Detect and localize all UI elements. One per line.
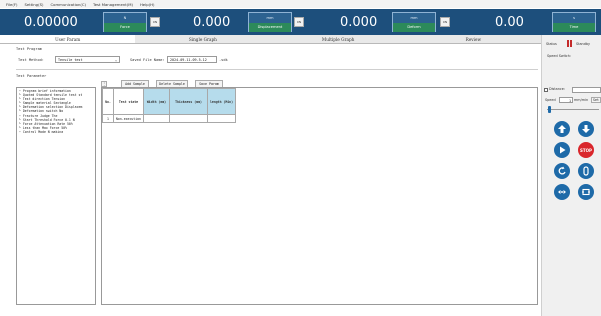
table-cell[interactable] xyxy=(169,114,208,123)
menu-setting[interactable]: Setting(S) xyxy=(25,2,44,7)
column-header: Thickness (mm) xyxy=(169,88,208,115)
arrow-down-icon xyxy=(582,125,590,133)
menu-help[interactable]: Help(H) xyxy=(140,2,154,7)
force-unit: N xyxy=(104,13,146,23)
speed-label: Speed xyxy=(545,98,556,102)
distance-label: Distance: xyxy=(549,87,565,91)
table-cell[interactable] xyxy=(207,114,236,123)
force-unit-box[interactable]: N Force xyxy=(103,12,147,32)
saved-file-input[interactable]: 2024-09-11-09-5-12 xyxy=(167,56,217,63)
time-unit: s xyxy=(553,13,595,23)
distance-checkbox[interactable] xyxy=(544,88,548,92)
displacement-zero-button[interactable]: 0N xyxy=(294,17,304,27)
reset-button[interactable] xyxy=(578,184,594,200)
test-program-label: Test Program xyxy=(16,47,42,51)
column-header: Width (mm) xyxy=(143,88,170,115)
test-method-select[interactable]: Tensile test ⌄ xyxy=(55,56,120,63)
status-value: Standby xyxy=(576,42,591,46)
table-row[interactable]: 1 Non-execution xyxy=(102,114,236,123)
menu-communication[interactable]: Communication(C) xyxy=(50,2,86,7)
arrow-up-icon xyxy=(558,125,566,133)
pause-icon-bar xyxy=(570,40,572,47)
sample-table: No. Test state Width (mm) Thickness (mm)… xyxy=(102,88,236,123)
speed-slider-thumb[interactable] xyxy=(548,106,551,113)
deform-unit: mm xyxy=(393,13,435,23)
table-cell: 1 xyxy=(102,114,114,123)
stop-button[interactable]: STOP xyxy=(578,142,594,158)
time-mode: Time xyxy=(553,23,595,32)
deform-unit-box[interactable]: mm Deform xyxy=(392,12,436,32)
set-speed-button[interactable]: Set xyxy=(591,97,601,103)
menu-test-management[interactable]: Test Management(M) xyxy=(93,2,133,7)
tab-single-graph[interactable]: Single Graph xyxy=(135,35,270,43)
time-readout: 0.00 xyxy=(495,15,524,30)
table-cell: Non-execution xyxy=(113,114,144,123)
up-button[interactable] xyxy=(554,121,570,137)
return-icon xyxy=(558,166,566,175)
menu-file[interactable]: File(F) xyxy=(6,2,18,7)
down-button[interactable] xyxy=(578,121,594,137)
readout-bar: 0.00000 N Force 0N 0.000 mm Displacement… xyxy=(0,9,601,35)
force-readout: 0.00000 xyxy=(24,15,78,30)
speed-unit: mm/min xyxy=(574,98,589,102)
column-header: No. xyxy=(102,88,114,115)
menu-bar: File(F) Setting(S) Communication(C) Test… xyxy=(0,0,601,8)
clamp-icon xyxy=(583,166,589,176)
displacement-mode: Displacement xyxy=(249,23,291,32)
column-header: length (Min) xyxy=(207,88,236,115)
control-panel: Status Standby Speed Switch: Distance: S… xyxy=(541,35,601,316)
divider xyxy=(16,69,538,70)
reset-icon xyxy=(582,188,590,196)
tab-review[interactable]: Review xyxy=(406,35,541,43)
displacement-readout: 0.000 xyxy=(193,15,231,30)
clamp-button[interactable] xyxy=(578,163,594,179)
expand-horizontal-icon xyxy=(558,190,566,194)
force-zero-button[interactable]: 0N xyxy=(150,17,160,27)
test-parameter-label: Test Parameter xyxy=(16,74,47,78)
deform-zero-button[interactable]: 0N xyxy=(440,17,450,27)
main-tabs: User Param Single Graph Multiple Graph R… xyxy=(0,35,541,44)
speed-switch-label: Speed Switch: xyxy=(547,54,572,58)
displacement-unit-box[interactable]: mm Displacement xyxy=(248,12,292,32)
status-label: Status xyxy=(546,42,557,46)
play-icon xyxy=(560,146,566,154)
deform-readout: 0.000 xyxy=(340,15,378,30)
chevron-down-icon: ⌄ xyxy=(114,58,117,62)
test-method-label: Test Method: xyxy=(18,58,44,62)
tab-user-param[interactable]: User Param xyxy=(0,35,136,43)
column-header: Test state xyxy=(113,88,144,115)
table-cell[interactable] xyxy=(143,114,170,123)
speed-slider-track[interactable] xyxy=(547,109,599,110)
stop-label: STOP xyxy=(580,147,592,153)
speed-input[interactable]: 1 xyxy=(559,97,573,103)
deform-mode: Deform xyxy=(393,23,435,32)
parameter-tree[interactable]: − Program brief information └ Quoted Sta… xyxy=(16,87,96,305)
return-button[interactable] xyxy=(554,163,570,179)
tab-multiple-graph[interactable]: Multiple Graph xyxy=(271,35,406,43)
tree-node[interactable]: − Control Mode N makina xyxy=(19,130,93,134)
start-button[interactable] xyxy=(554,142,570,158)
fine-adjust-button[interactable] xyxy=(554,184,570,200)
time-unit-box[interactable]: s Time xyxy=(552,12,596,32)
force-mode: Force xyxy=(104,23,146,32)
test-method-value: Tensile test xyxy=(58,58,83,62)
pause-icon xyxy=(567,40,569,47)
displacement-unit: mm xyxy=(249,13,291,23)
saved-file-label: Saved File Name: xyxy=(130,58,165,62)
distance-input[interactable] xyxy=(572,87,601,93)
sample-table-box: No. Test state Width (mm) Thickness (mm)… xyxy=(101,87,538,305)
saved-file-ext: .sdk xyxy=(219,58,228,62)
